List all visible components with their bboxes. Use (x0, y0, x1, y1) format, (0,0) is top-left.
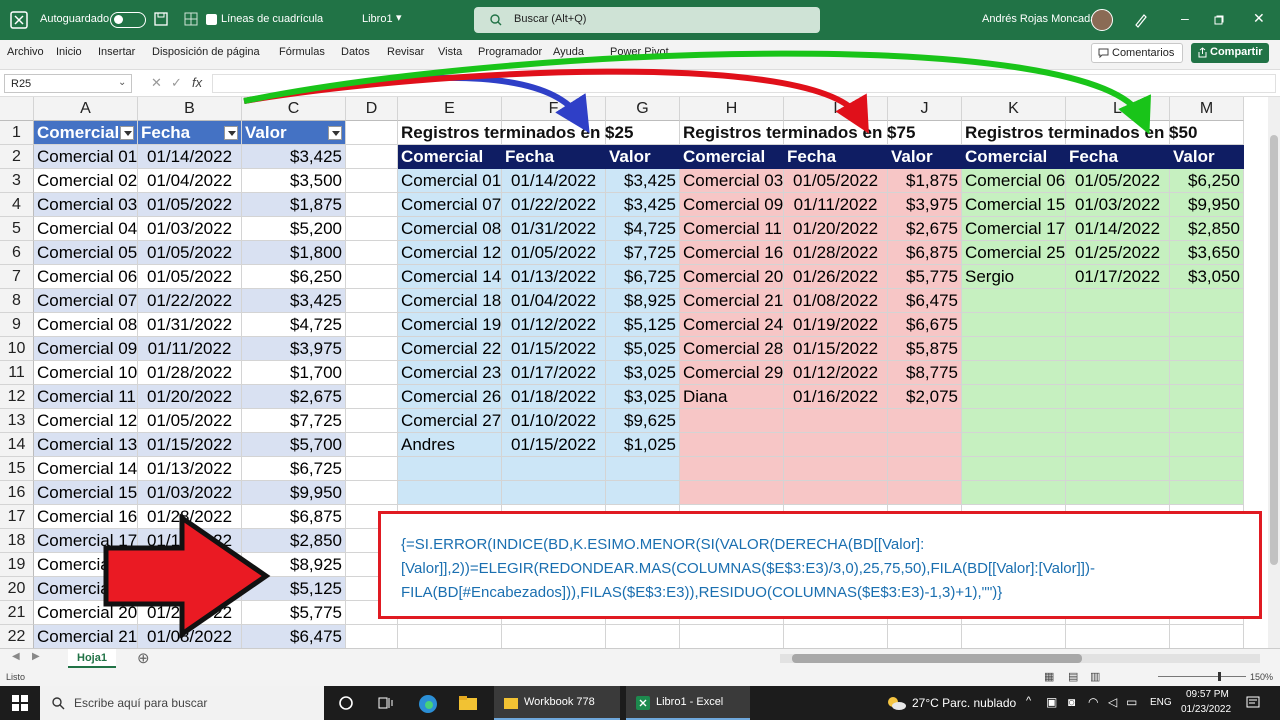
arrow-to-25-table (243, 75, 590, 134)
annotation-arrows (103, 50, 1151, 639)
big-red-arrow (103, 513, 271, 639)
